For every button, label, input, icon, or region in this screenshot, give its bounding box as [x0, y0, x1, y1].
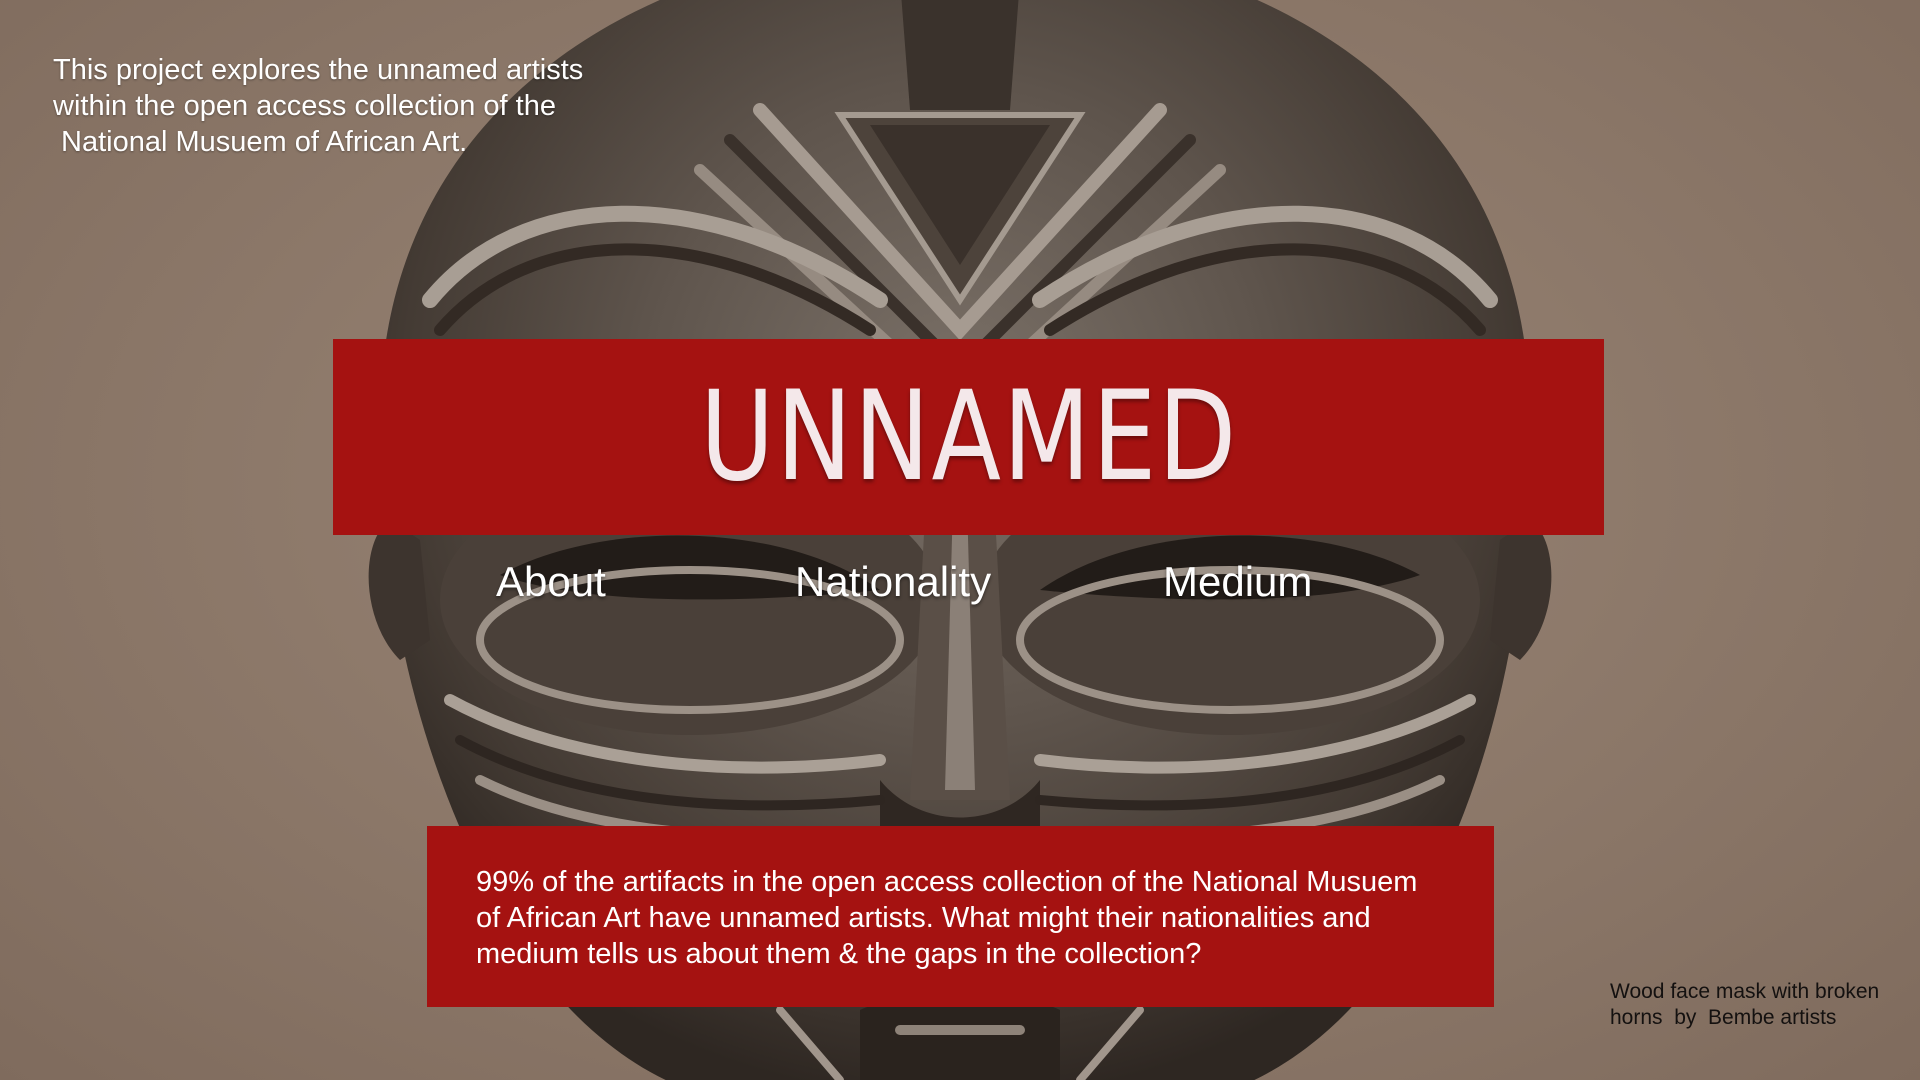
nav-nationality-link[interactable]: Nationality [795, 556, 991, 608]
intro-line: This project explores the unnamed artist… [53, 54, 584, 86]
page-title: UNNAMED [699, 365, 1238, 509]
info-line: of African Art have unnamed artists. Wha… [476, 902, 1371, 934]
nav-about-link[interactable]: About [496, 556, 606, 608]
intro-text: This project explores the unnamed artist… [53, 52, 613, 160]
title-banner: UNNAMED [333, 339, 1604, 535]
image-caption: Wood face mask with broken horns by Bemb… [1610, 979, 1900, 1031]
info-text: 99% of the artifacts in the open access … [476, 864, 1454, 972]
info-line: medium tells us about them & the gaps in… [476, 938, 1202, 970]
intro-line: National Musuem of African Art. [53, 126, 468, 158]
caption-line: horns by Bembe artists [1610, 1006, 1837, 1029]
intro-line: within the open access collection of the [53, 90, 556, 122]
page-background: This project explores the unnamed artist… [0, 0, 1920, 1080]
nav-medium-link[interactable]: Medium [1163, 556, 1312, 608]
info-banner: 99% of the artifacts in the open access … [427, 826, 1494, 1007]
info-line: 99% of the artifacts in the open access … [476, 866, 1418, 898]
caption-line: Wood face mask with broken [1610, 980, 1880, 1003]
